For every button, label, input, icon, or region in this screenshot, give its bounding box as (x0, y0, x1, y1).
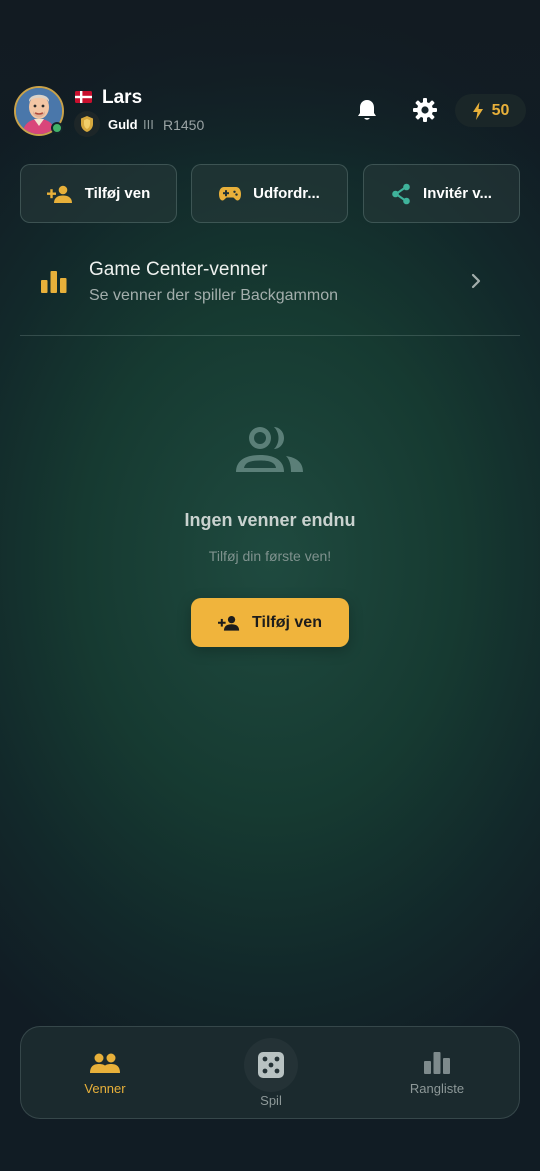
gamepad-icon (219, 187, 242, 201)
people-icon (236, 427, 303, 472)
energy-value: 50 (491, 101, 510, 119)
rank-name: Guld (108, 117, 138, 132)
nav-play-icon-bg (244, 1038, 298, 1092)
nav-tab-leaderboard[interactable]: Rangliste (377, 1027, 497, 1120)
leaderboard-icon (424, 1052, 450, 1074)
denmark-flag-icon (75, 91, 92, 103)
add-friend-button[interactable]: Tilføj ven (20, 164, 177, 223)
empty-state-title: Ingen venner endnu (184, 510, 356, 530)
profile-header: Lars Guld III R1450 50 (0, 84, 540, 140)
rank-tier: III (143, 117, 154, 132)
game-center-title: Game Center-venner (89, 259, 268, 280)
settings-button[interactable] (410, 95, 440, 125)
invite-button[interactable]: Invitér v... (363, 164, 520, 223)
shield-icon (81, 116, 93, 132)
challenge-button[interactable]: Udfordr... (191, 164, 348, 223)
challenge-label: Udfordr... (253, 185, 320, 202)
username: Lars (102, 87, 143, 108)
bar-chart-icon (41, 271, 67, 293)
bell-icon (358, 100, 376, 120)
add-friend-label: Tilføj ven (84, 185, 151, 202)
gear-icon (413, 98, 437, 122)
invite-label: Invitér v... (423, 185, 492, 202)
chevron-right-icon (471, 273, 481, 289)
nav-label-leaderboard: Rangliste (409, 1081, 465, 1096)
game-center-friends-row[interactable]: Game Center-venner Se venner der spiller… (20, 248, 520, 316)
nav-tab-friends[interactable]: Venner (45, 1027, 165, 1120)
add-person-icon (46, 185, 72, 203)
people-icon (90, 1053, 120, 1073)
add-friend-primary-label: Tilføj ven (252, 613, 322, 631)
notifications-button[interactable] (352, 95, 382, 125)
bottom-navigation: Venner Spil Rangliste (20, 1026, 520, 1119)
rating: R1450 (163, 117, 205, 133)
lightning-icon (472, 101, 483, 120)
online-status-dot (51, 122, 63, 134)
divider (20, 335, 520, 336)
nav-label-friends: Venner (84, 1081, 126, 1096)
empty-state-subtitle: Tilføj din første ven! (208, 548, 332, 564)
rank-badge (74, 111, 100, 137)
nav-label-play: Spil (260, 1093, 282, 1108)
nav-tab-play[interactable]: Spil (211, 1027, 331, 1120)
energy-counter[interactable]: 50 (455, 94, 526, 127)
dice-icon (258, 1052, 284, 1078)
share-icon (392, 183, 410, 204)
add-person-icon (218, 615, 240, 631)
game-center-subtitle: Se venner der spiller Backgammon (89, 287, 339, 304)
add-friend-primary-button[interactable]: Tilføj ven (191, 598, 349, 647)
